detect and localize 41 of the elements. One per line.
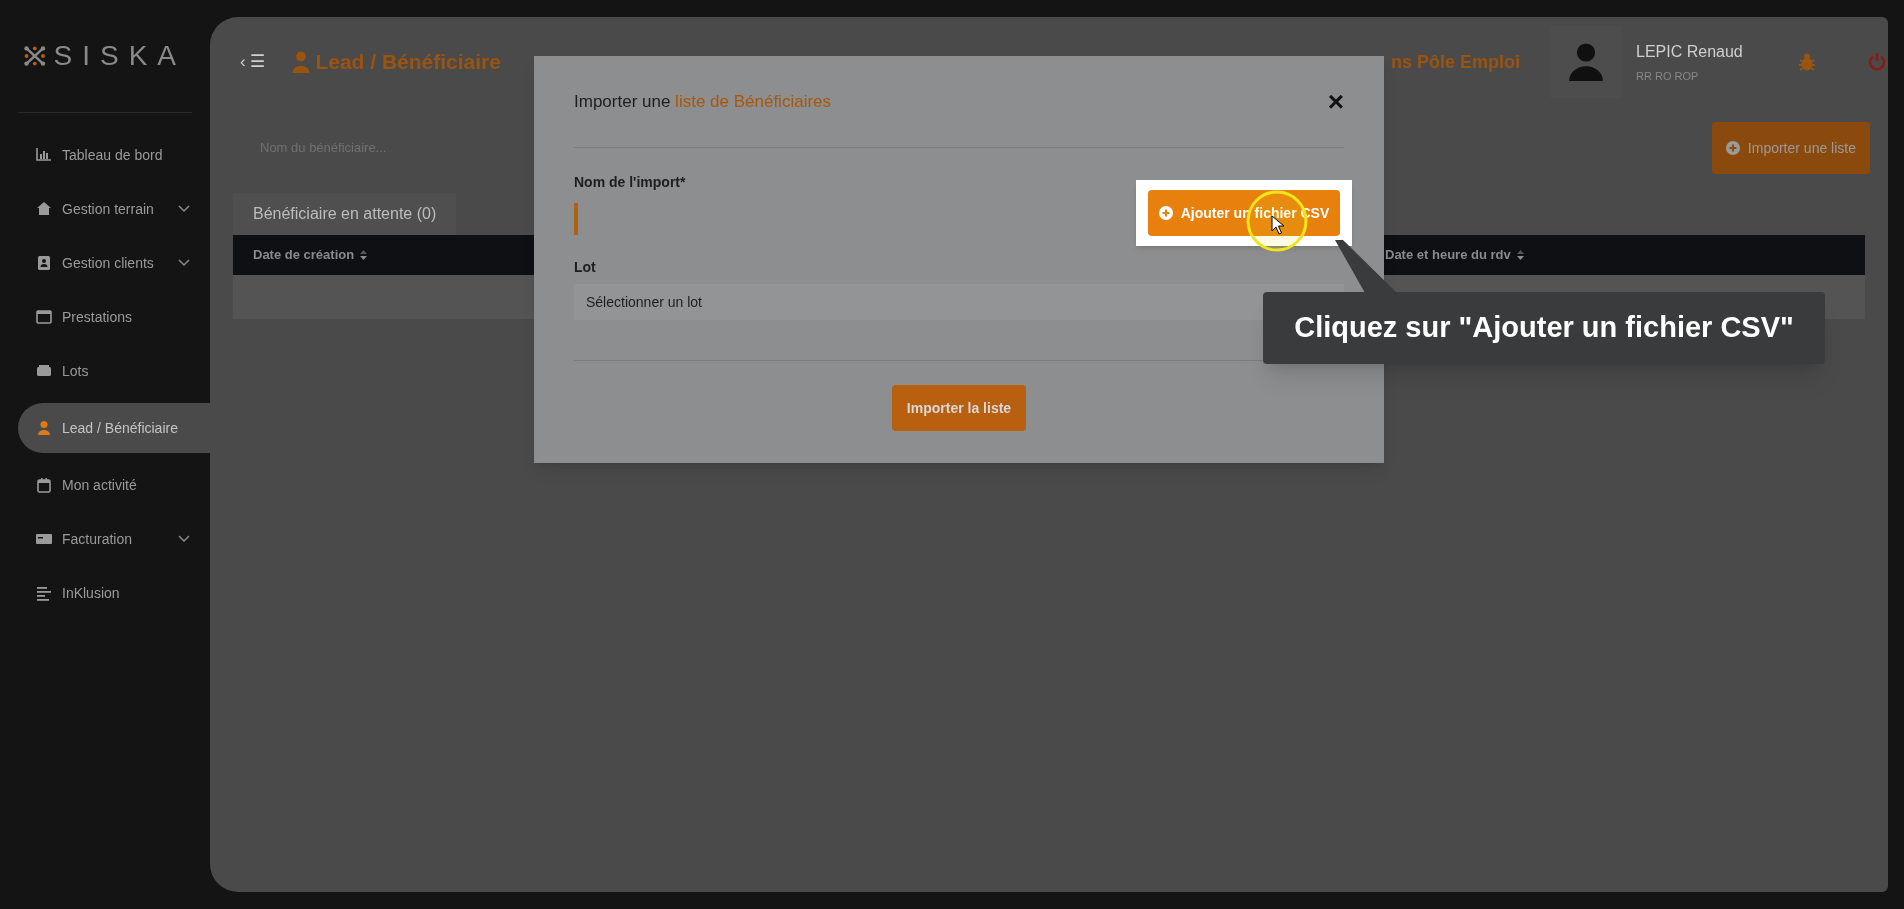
person-icon: [36, 420, 52, 436]
modal-title: Importer une liste de Bénéficiaires: [574, 90, 832, 113]
close-button[interactable]: ×: [1327, 87, 1344, 116]
person-icon: [291, 51, 312, 73]
import-list-button[interactable]: Importer la liste: [891, 385, 1027, 431]
import-name-field[interactable]: [574, 203, 578, 235]
house-icon: [36, 201, 52, 217]
bug-icon[interactable]: [1796, 52, 1817, 72]
sidebar-item[interactable]: Gestion terrain: [18, 187, 210, 231]
sidebar-item[interactable]: Gestion clients: [18, 241, 210, 285]
collapse-menu-button[interactable]: ‹ ☰: [240, 49, 266, 75]
sidebar-item[interactable]: Tableau de bord: [18, 133, 210, 177]
sort-icon[interactable]: [360, 250, 368, 260]
field-label: Lot: [574, 258, 597, 277]
notice-text: ns Pôle Emploi: [1390, 50, 1520, 74]
column-header[interactable]: Date de création: [253, 245, 355, 265]
card-icon: [36, 531, 52, 547]
sidebar-item[interactable]: Facturation: [18, 517, 210, 561]
sort-icon[interactable]: [1516, 250, 1524, 260]
power-icon[interactable]: [1866, 52, 1887, 72]
user-avatar-icon: [1569, 43, 1603, 81]
sidebar-item[interactable]: Mon activité: [18, 463, 210, 507]
logo-text: SISKA: [53, 39, 186, 73]
boxes-icon: [36, 363, 52, 379]
plus-circle-icon: [1725, 141, 1740, 155]
sidebar-item[interactable]: Lead / Bénéficiaire: [18, 403, 210, 453]
calendar-icon: [36, 477, 52, 493]
field-label: Nom de l'import*: [574, 173, 687, 192]
sidebar-item[interactable]: Prestations: [18, 295, 210, 339]
list-icon: [36, 585, 52, 601]
contact-card-icon: [36, 255, 52, 271]
user-role: RR RO ROP: [1636, 68, 1700, 84]
window-icon: [36, 309, 52, 325]
sidebar-item[interactable]: Lots: [18, 349, 210, 393]
user-name: LEPIC Renaud: [1636, 41, 1743, 62]
column-header[interactable]: Date et heure du rdv: [1385, 245, 1511, 265]
chart-icon: [36, 147, 52, 163]
page-title: Lead / Bénéficiaire: [315, 49, 501, 76]
sidebar-item[interactable]: InKlusion: [18, 571, 210, 615]
tab[interactable]: Bénéficiaire en attente (0): [233, 193, 457, 235]
plus-circle-icon: [1158, 206, 1173, 220]
